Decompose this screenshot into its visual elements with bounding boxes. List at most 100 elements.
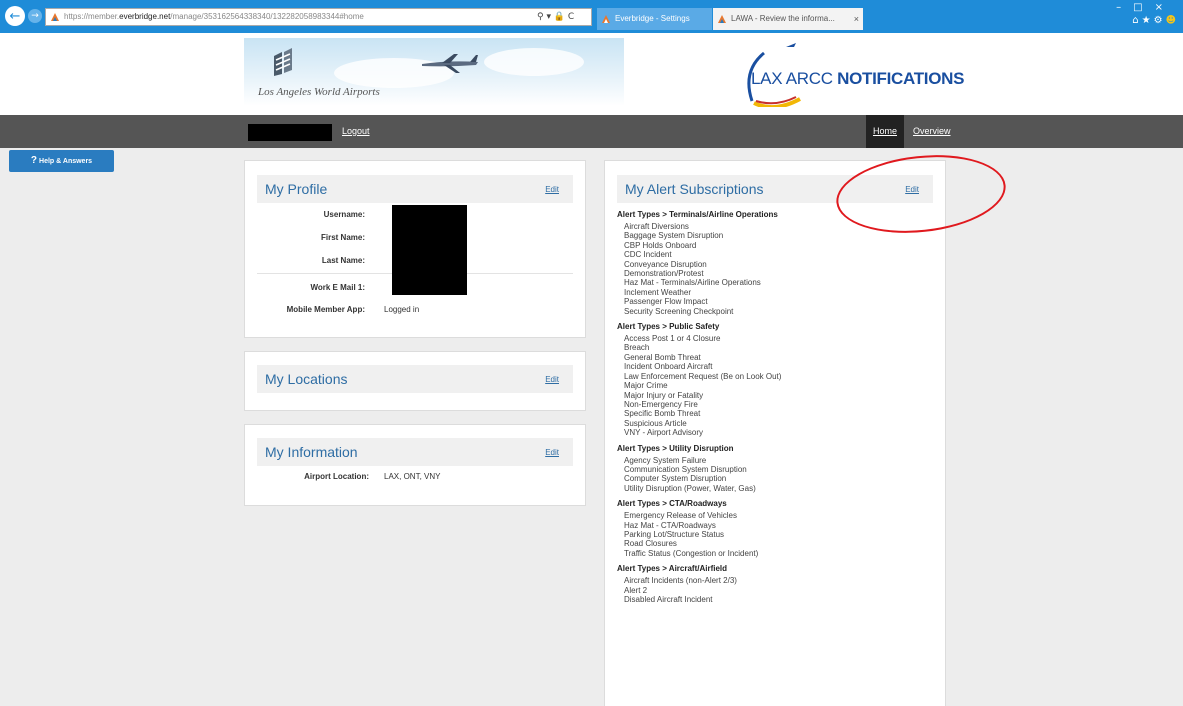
profile-header: My Profile Edit <box>257 175 573 203</box>
alert-item: Incident Onboard Aircraft <box>624 362 713 372</box>
information-header: My Information Edit <box>257 438 573 466</box>
my-locations-panel: My Locations Edit <box>244 351 586 411</box>
search-lock-refresh-icon[interactable]: ⚲ ▾ 🔒 C <box>537 8 574 26</box>
help-answers-button[interactable]: ? Help & Answers <box>9 150 114 172</box>
field-label: Airport Location: <box>304 472 369 481</box>
alert-item: Parking Lot/Structure Status <box>624 529 725 539</box>
nav-overview-tab[interactable]: Overview <box>913 126 951 136</box>
alert-item: Emergency Release of Vehicles <box>624 511 737 521</box>
locations-title: My Locations <box>265 371 348 387</box>
alert-category: Alert Types > CTA/Roadways <box>617 499 727 509</box>
information-title: My Information <box>265 444 358 460</box>
org-name: Los Angeles World Airports <box>258 86 380 98</box>
alert-item: CDC Incident <box>624 250 672 260</box>
tab-lawa-review[interactable]: LAWA - Review the informa... × <box>713 8 863 30</box>
url-domain: everbridge.net <box>119 12 171 21</box>
lawa-favicon-icon <box>718 15 726 23</box>
alert-items: Access Post 1 or 4 Closure Breach General … <box>617 334 937 437</box>
toolbar-icons[interactable]: ⌂★⚙☻ <box>1132 15 1179 26</box>
alert-item: Access Post 1 or 4 Closure <box>624 334 721 344</box>
forward-arrow-icon[interactable]: → <box>28 9 42 23</box>
my-profile-panel: My Profile Edit Username: First Name: La… <box>244 160 586 338</box>
field-label: Last Name: <box>321 256 365 265</box>
help-label: Help & Answers <box>39 158 93 165</box>
address-bar[interactable]: https://member.everbridge.net/manage/353… <box>45 8 592 26</box>
star-icon[interactable]: ★ <box>1142 15 1154 26</box>
locations-header: My Locations Edit <box>257 365 573 393</box>
alert-item: Security Screening Checkpoint <box>624 306 734 316</box>
lawa-favicon-icon <box>602 15 610 23</box>
profile-edit-link[interactable]: Edit <box>545 185 559 194</box>
information-edit-link[interactable]: Edit <box>545 448 559 457</box>
lawa-banner: Los Angeles World Airports <box>244 38 624 106</box>
alert-item: Demonstration/Protest <box>624 269 704 279</box>
field-label: Work E Mail 1: <box>310 283 365 292</box>
lawa-favicon-icon <box>51 13 59 21</box>
gear-icon[interactable]: ⚙ <box>1154 15 1166 26</box>
alert-item: Road Closures <box>624 539 677 549</box>
site-header: Los Angeles World Airports LAX ARCC NOTI… <box>0 33 1183 115</box>
alert-item: Major Injury or Fatality <box>624 390 704 400</box>
alert-item: Haz Mat - CTA/Roadways <box>624 520 716 530</box>
alert-category: Alert Types > Aircraft/Airfield <box>617 564 728 574</box>
home-icon[interactable]: ⌂ <box>1132 15 1141 26</box>
window-controls[interactable]: –□× <box>1116 2 1175 13</box>
alert-list: Alert Types > Terminals/Airline Operatio… <box>617 209 937 609</box>
alert-item: Non-Emergency Fire <box>624 399 698 409</box>
alert-item: Specific Bomb Threat <box>624 409 701 419</box>
alert-item: Communication System Disruption <box>624 464 747 474</box>
alert-item: Law Enforcement Request (Be on Look Out) <box>624 371 782 381</box>
field-label: First Name: <box>320 233 365 242</box>
alert-item: CBP Holds Onboard <box>624 240 697 250</box>
tab-everbridge-settings[interactable]: Everbridge - Settings <box>597 8 712 30</box>
alert-items: Aircraft Incidents (non-Alert 2/3) Alert … <box>617 576 937 604</box>
alerts-title: My Alert Subscriptions <box>625 181 764 197</box>
alert-subscriptions-panel: My Alert Subscriptions Edit Alert Types … <box>604 160 946 706</box>
alert-item: Utility Disruption (Power, Water, Gas) <box>624 483 756 493</box>
alert-item: VNY - Airport Advisory <box>624 428 703 438</box>
alert-item: General Bomb Threat <box>624 352 701 362</box>
alert-item: Computer System Disruption <box>624 474 727 484</box>
alert-item: Major Crime <box>624 381 668 391</box>
mobile-app-status: Logged in <box>384 305 420 314</box>
alert-item: Haz Mat - Terminals/Airline Operations <box>624 278 761 288</box>
alert-item: Inclement Weather <box>624 287 691 297</box>
top-nav-bar: Logout Home Overview <box>0 115 1183 148</box>
alert-item: Suspicious Article <box>624 418 687 428</box>
tab-label: LAWA - Review the informa... <box>731 14 835 23</box>
airplane-icon <box>422 54 478 73</box>
alert-item: Aircraft Incidents (non-Alert 2/3) <box>624 576 737 586</box>
arcc-notifications-brand: LAX ARCC NOTIFICATIONS <box>751 69 964 89</box>
alert-item: Disabled Aircraft Incident <box>624 595 713 604</box>
alert-category: Alert Types > Public Safety <box>617 322 720 332</box>
alert-item: Agency System Failure <box>624 455 707 465</box>
alert-items: Aircraft Diversions Baggage System Disrup… <box>617 222 937 316</box>
alert-item: Conveyance Disruption <box>624 259 707 269</box>
browser-chrome: ← → https://member.everbridge.net/manage… <box>0 0 1183 33</box>
redacted-username <box>248 124 332 141</box>
cloud-shape <box>484 48 584 76</box>
redacted-profile-values <box>392 205 467 295</box>
question-icon: ? <box>30 155 38 166</box>
profile-title: My Profile <box>265 181 328 197</box>
tab-label: Everbridge - Settings <box>615 14 690 23</box>
url-prefix: https://member. <box>64 12 120 21</box>
alert-items: Agency System Failure Communication Syste… <box>617 456 937 494</box>
smiley-icon[interactable]: ☻ <box>1166 15 1179 26</box>
nav-home-tab[interactable]: Home <box>866 115 904 148</box>
field-label: Mobile Member App: <box>286 305 365 314</box>
my-information-panel: My Information Edit Airport Location: LA… <box>244 424 586 506</box>
locations-edit-link[interactable]: Edit <box>545 375 559 384</box>
close-tab-icon[interactable]: × <box>854 8 859 30</box>
airport-location-value: LAX, ONT, VNY <box>384 472 441 481</box>
alert-item: Baggage System Disruption <box>624 231 724 241</box>
alert-item: Passenger Flow Impact <box>624 297 708 307</box>
alert-category: Alert Types > Utility Disruption <box>617 443 734 453</box>
back-arrow-icon[interactable]: ← <box>5 6 25 26</box>
brand-suffix: NOTIFICATIONS <box>832 69 965 88</box>
alert-items: Emergency Release of Vehicles Haz Mat - C… <box>617 511 937 558</box>
logout-link[interactable]: Logout <box>342 126 370 136</box>
alert-item: Alert 2 <box>624 585 648 595</box>
alert-item: Traffic Status (Congestion or Incident) <box>624 548 759 558</box>
lawa-logo-icon <box>274 48 292 76</box>
